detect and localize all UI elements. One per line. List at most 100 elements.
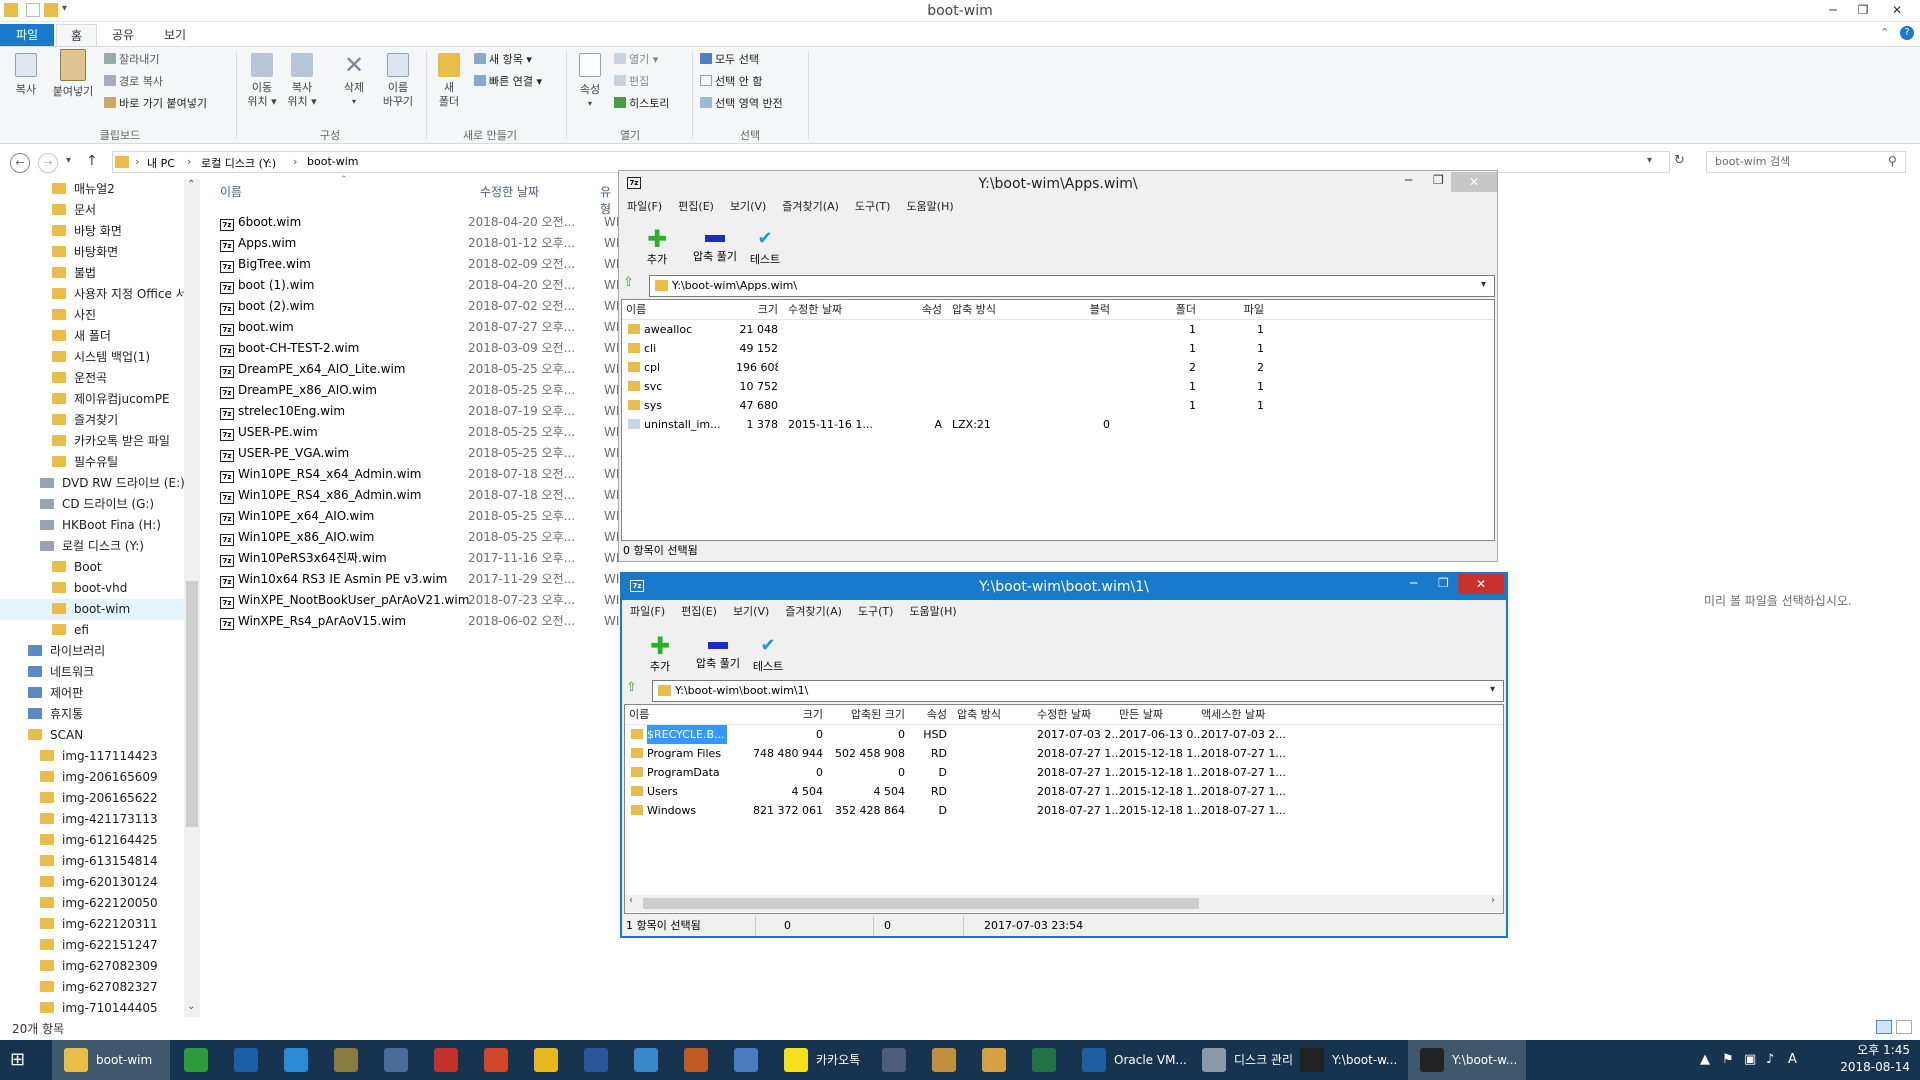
tree-item[interactable]: efi: [0, 620, 184, 641]
column-header-size[interactable]: 크기: [736, 300, 778, 320]
table-row[interactable]: 7z DreamPE_x64_AIO_Lite.wim 2018-05-25 오후.…: [220, 359, 620, 380]
column-header-name[interactable]: 이름: [220, 183, 242, 200]
network-icon[interactable]: ▣: [1744, 1040, 1756, 1080]
minimize-button[interactable]: ─: [1818, 0, 1848, 20]
close-button[interactable]: ✕: [1451, 172, 1497, 192]
tree-item[interactable]: 사진: [0, 305, 184, 326]
tree-item[interactable]: SCAN: [0, 725, 184, 746]
scrollbar-thumb[interactable]: [186, 581, 198, 827]
tree-item[interactable]: 사용자 지정 Office 서: [0, 284, 187, 305]
tree-item[interactable]: img-620130124: [0, 872, 184, 893]
tree-item[interactable]: 로컬 디스크 (Y:): [0, 536, 184, 557]
column-header-name[interactable]: 이름: [629, 705, 739, 725]
table-row[interactable]: 7z boot (1).wim 2018-04-20 오전... WI: [220, 275, 620, 296]
taskbar-item-box[interactable]: [322, 1040, 370, 1080]
column-header-name[interactable]: 이름: [626, 300, 736, 320]
taskbar-item-kakaotalk[interactable]: 카카오톡: [772, 1040, 868, 1080]
volume-icon[interactable]: ♪: [1766, 1040, 1774, 1080]
tree-item[interactable]: 불법: [0, 263, 184, 284]
breadcrumb-this-pc[interactable]: 내 PC: [147, 155, 175, 171]
column-header-attr[interactable]: 속성: [890, 300, 942, 320]
maximize-button[interactable]: ❐: [1438, 576, 1449, 590]
column-header-files[interactable]: 파일: [1198, 300, 1264, 320]
taskbar-item-user[interactable]: [920, 1040, 968, 1080]
menu-favorites[interactable]: 즐겨찾기(A): [785, 605, 842, 618]
table-row[interactable]: 7z boot (2).wim 2018-07-02 오전... WI: [220, 296, 620, 317]
tree-item[interactable]: img-613154814: [0, 851, 184, 872]
table-row[interactable]: sys 47 680 1 1: [622, 396, 1494, 415]
menu-tools[interactable]: 도구(T): [858, 605, 894, 618]
tree-item[interactable]: CD 드라이브 (G:): [0, 494, 184, 515]
column-header-folders[interactable]: 폴더: [1122, 300, 1196, 320]
table-row[interactable]: 7z strelec10Eng.wim 2018-07-19 오후... WI: [220, 401, 620, 422]
table-row[interactable]: Windows 821 372 061 352 428 864 D 2018-07-27…: [625, 801, 1503, 820]
paste-button[interactable]: 붙여넣기: [46, 49, 100, 99]
tree-item[interactable]: 제이유컴jucomPE: [0, 389, 184, 410]
maximize-button[interactable]: ❐: [1433, 173, 1444, 187]
windows-start-icon[interactable]: ⊞: [10, 1050, 32, 1070]
menu-file[interactable]: 파일(F): [627, 200, 662, 213]
tree-item[interactable]: img-421173113: [0, 809, 184, 830]
7zip-path-input[interactable]: Y:\boot-wim\boot.wim\1\: [652, 680, 1504, 702]
new-item-button[interactable]: 새 항목 ▾: [474, 53, 532, 67]
menu-view[interactable]: 보기(V): [733, 605, 769, 618]
column-header-method[interactable]: 압축 방식: [957, 705, 1037, 725]
tree-item[interactable]: 바탕화면: [0, 242, 184, 263]
taskbar-item-chrome[interactable]: [522, 1040, 570, 1080]
tree-item[interactable]: img-612164425: [0, 830, 184, 851]
table-row[interactable]: uninstall_im... 1 378 2015-11-16 1... A LZX:…: [622, 415, 1494, 434]
large-icons-view-icon[interactable]: [1896, 1020, 1912, 1034]
tree-item[interactable]: 휴지통: [0, 704, 184, 725]
up-button[interactable]: ↑: [86, 153, 98, 169]
menu-favorites[interactable]: 즐겨찾기(A): [782, 200, 839, 213]
scroll-left-icon[interactable]: ‹: [629, 895, 633, 906]
flag-icon[interactable]: ⚑: [1722, 1040, 1734, 1080]
show-hidden-icons-icon[interactable]: ▲: [1700, 1040, 1710, 1080]
tree-item[interactable]: 카카오톡 받은 파일: [0, 431, 184, 452]
taskbar-item-acrobat[interactable]: [422, 1040, 470, 1080]
menu-file[interactable]: 파일(F): [630, 605, 665, 618]
tree-item[interactable]: HKBoot Fina (H:): [0, 515, 184, 536]
minimize-button[interactable]: ─: [1405, 173, 1412, 187]
chevron-down-icon[interactable]: ▾: [1490, 684, 1495, 695]
menu-tools[interactable]: 도구(T): [855, 200, 891, 213]
folder-up-icon[interactable]: ⇧: [626, 680, 637, 695]
delete-button[interactable]: ✕ 삭제 ▾: [336, 53, 372, 109]
breadcrumb-folder[interactable]: boot-wim: [307, 155, 359, 168]
chevron-down-icon[interactable]: ▾: [1481, 279, 1486, 290]
tab-file[interactable]: 파일: [0, 24, 54, 46]
search-input[interactable]: boot-wim 검색: [1706, 151, 1906, 173]
copy-to-button[interactable]: 복사 위치 ▾: [284, 53, 320, 109]
taskbar-item-winamp[interactable]: [672, 1040, 720, 1080]
table-row[interactable]: 7z USER-PE_VGA.wim 2018-05-25 오후... WI: [220, 443, 620, 464]
taskbar-item-store[interactable]: [172, 1040, 220, 1080]
test-button[interactable]: ✔ 테스트: [735, 227, 795, 267]
properties-button[interactable]: 속성 ▾: [572, 53, 608, 111]
breadcrumb-drive[interactable]: 로컬 디스크 (Y:): [201, 155, 276, 171]
scroll-up-icon[interactable]: ⌃: [187, 179, 195, 190]
tree-item[interactable]: 라이브러리: [0, 641, 184, 662]
taskbar-item-person[interactable]: [372, 1040, 420, 1080]
test-button[interactable]: ✔ 테스트: [738, 634, 798, 674]
paste-shortcut-button[interactable]: 바로 가기 붙여넣기: [104, 97, 207, 111]
tree-item[interactable]: 매뉴얼2: [0, 179, 184, 200]
table-row[interactable]: 7z BigTree.wim 2018-02-09 오전... WI: [220, 254, 620, 275]
rename-button[interactable]: 이름 바꾸기: [378, 53, 418, 109]
tree-item[interactable]: 문서: [0, 200, 184, 221]
back-button[interactable]: ←: [10, 153, 30, 173]
table-row[interactable]: cli 49 152 1 1: [622, 339, 1494, 358]
new-folder-button[interactable]: 새 폴더: [432, 53, 466, 109]
table-row[interactable]: 7z boot-CH-TEST-2.wim 2018-03-09 오전... WI: [220, 338, 620, 359]
horizontal-scrollbar[interactable]: ‹ ›: [625, 895, 1503, 912]
tree-item[interactable]: img-627082327: [0, 977, 184, 998]
minimize-button[interactable]: ─: [1410, 576, 1417, 590]
tree-item[interactable]: 새 폴더: [0, 326, 184, 347]
column-header-block[interactable]: 블럭: [1054, 300, 1110, 320]
folder-up-icon[interactable]: ⇧: [623, 275, 634, 290]
column-header-atime[interactable]: 액세스한 날짜: [1201, 705, 1291, 725]
tree-item[interactable]: img-627082309: [0, 956, 184, 977]
tree-item[interactable]: boot-wim: [0, 599, 184, 620]
menu-edit[interactable]: 편집(E): [678, 200, 714, 213]
column-header-packed[interactable]: 압축된 크기: [823, 705, 905, 725]
add-button[interactable]: ✚ 추가: [630, 634, 690, 674]
